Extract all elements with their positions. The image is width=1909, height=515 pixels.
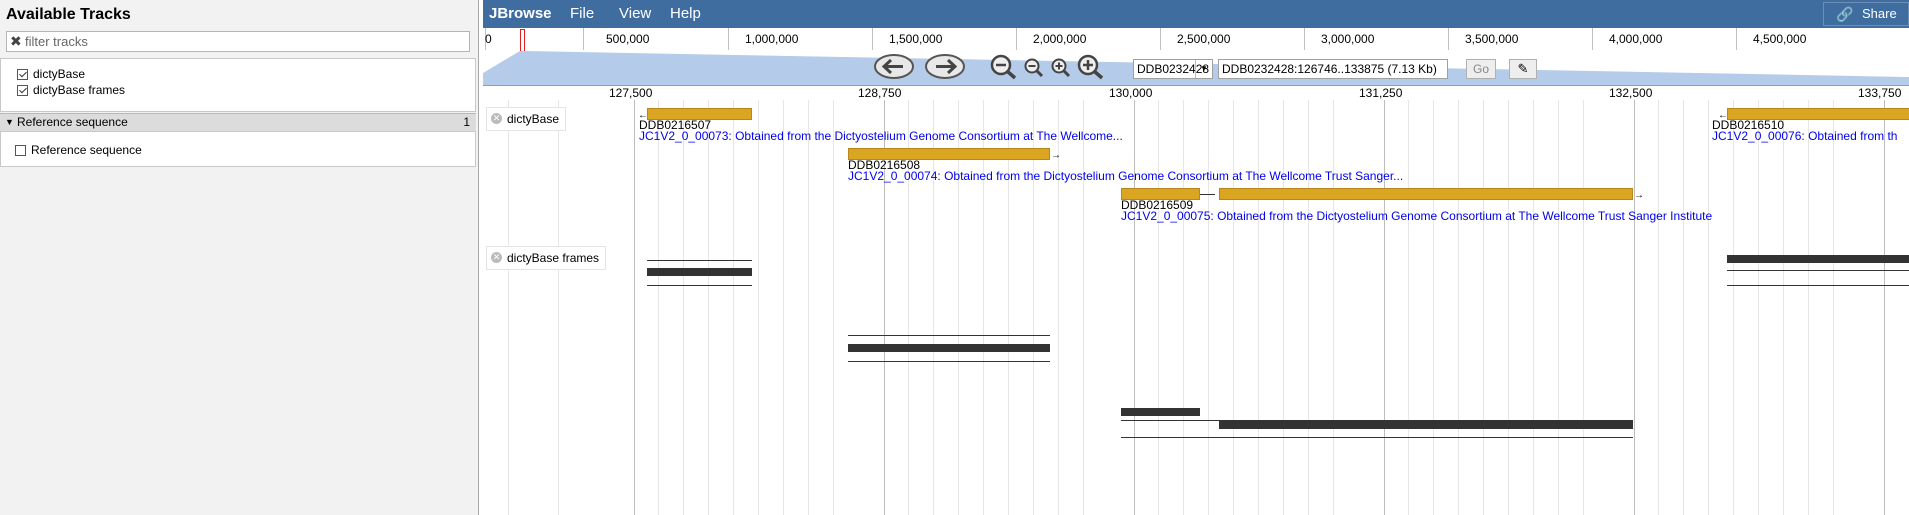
menu-help[interactable]: Help — [670, 5, 701, 22]
filter-tracks-field[interactable]: ✖ — [6, 31, 470, 52]
menu-file[interactable]: File — [570, 5, 594, 22]
track-checkbox[interactable] — [15, 145, 26, 156]
menu-view[interactable]: View — [619, 5, 651, 22]
overview-tick-line — [1304, 28, 1305, 50]
overview-tick: 4,000,000 — [1609, 32, 1663, 46]
track-item-dictybase[interactable]: dictyBase — [17, 67, 85, 81]
track-item-dictybase-frames[interactable]: dictyBase frames — [17, 83, 125, 97]
link-icon: 🔗 — [1836, 6, 1854, 22]
category-track-list: Reference sequence — [0, 131, 476, 167]
overview-tick-line — [1160, 28, 1161, 50]
overview-tick: 2,000,000 — [1033, 32, 1087, 46]
strand-arrow-right-icon: → — [1051, 150, 1061, 161]
overview-tick: 3,000,000 — [1321, 32, 1375, 46]
available-tracks-title: Available Tracks — [6, 6, 131, 23]
overview-tick: 500,000 — [606, 32, 650, 46]
track-checkbox[interactable] — [17, 69, 28, 80]
overview-tick: 4,500,000 — [1753, 32, 1807, 46]
location-input[interactable]: DDB0232428:126746..133875 (7.13 Kb) — [1218, 59, 1448, 79]
highlighter-icon[interactable]: ✎ — [1509, 59, 1537, 79]
overview-location-box[interactable] — [520, 29, 525, 52]
category-count: 1 — [463, 115, 470, 129]
pan-right-icon[interactable] — [924, 53, 966, 80]
category-reference-sequence[interactable]: ▼ Reference sequence 1 — [0, 113, 476, 132]
go-button[interactable]: Go — [1466, 59, 1496, 79]
feature-ddb0216509-intron — [1200, 194, 1215, 195]
track-label-dictybase-frames[interactable]: ✕ dictyBase frames — [486, 246, 607, 270]
filter-tracks-input[interactable] — [25, 33, 465, 50]
scale-tick: 132,500 — [1609, 86, 1653, 100]
overview-tick: 0 — [485, 32, 492, 46]
track-checkbox[interactable] — [17, 85, 28, 96]
track-list: dictyBase dictyBase frames — [0, 58, 476, 112]
chevron-down-icon: ▼ — [1195, 60, 1212, 78]
zoom-in-icon[interactable] — [1050, 57, 1072, 84]
zoom-out-big-icon[interactable] — [989, 53, 1019, 80]
feature-ddb0216509-exon-2[interactable] — [1219, 188, 1633, 200]
frame-feature[interactable] — [1727, 255, 1909, 263]
navigation-bar: DDB0232428 ▼ DDB0232428:126746..133875 (… — [483, 51, 1909, 85]
strand-arrow-right-icon: → — [1634, 190, 1644, 201]
track-selector-pane: Available Tracks ✖ dictyBase dictyBase f… — [0, 0, 479, 515]
feature-description[interactable]: JC1V2_0_00076: Obtained from th — [1712, 129, 1897, 143]
close-track-icon[interactable]: ✕ — [491, 252, 502, 263]
clear-filter-icon[interactable]: ✖ — [10, 33, 22, 50]
close-track-icon[interactable]: ✕ — [491, 113, 502, 124]
frame-feature[interactable] — [1219, 421, 1633, 429]
overview-tick-line — [583, 28, 584, 50]
overview-tick: 3,500,000 — [1465, 32, 1519, 46]
overview-tick-line — [1736, 28, 1737, 50]
frame-feature[interactable] — [1121, 408, 1200, 416]
zoom-out-icon[interactable] — [1023, 57, 1045, 84]
overview-ruler[interactable]: 0 500,000 1,000,000 1,500,000 2,000,000 … — [483, 28, 1909, 52]
share-button[interactable]: 🔗 Share — [1823, 2, 1909, 26]
track-label-dictybase[interactable]: ✕ dictyBase — [486, 107, 567, 131]
overview-tick: 1,500,000 — [889, 32, 943, 46]
feature-description[interactable]: JC1V2_0_00074: Obtained from the Dictyos… — [848, 169, 1403, 183]
overview-tick: 1,000,000 — [745, 32, 799, 46]
menu-bar: JBrowse File View Help 🔗 Share — [483, 0, 1909, 28]
refseq-select[interactable]: DDB0232428 ▼ — [1133, 59, 1213, 79]
zoom-in-big-icon[interactable] — [1076, 53, 1106, 80]
pan-left-icon[interactable] — [873, 53, 915, 80]
scale-tick: 130,000 — [1109, 86, 1153, 100]
overview-tick: 2,500,000 — [1177, 32, 1231, 46]
overview-tick-line — [1592, 28, 1593, 50]
scale-tick: 131,250 — [1359, 86, 1403, 100]
scale-tick: 128,750 — [858, 86, 902, 100]
jbrowse-logo[interactable]: JBrowse — [489, 5, 552, 22]
scale-tick: 127,500 — [609, 86, 653, 100]
scale-ruler[interactable]: 127,500 128,750 130,000 131,250 132,500 … — [483, 85, 1909, 101]
overview-tick-line — [728, 28, 729, 50]
track-area[interactable]: ✕ dictyBase ← DDB0216507 JC1V2_0_00073: … — [483, 100, 1909, 515]
scale-tick: 133,750 — [1858, 86, 1902, 100]
expand-triangle-icon[interactable]: ▼ — [5, 114, 14, 131]
frame-feature[interactable] — [848, 344, 1050, 352]
overview-tick-line — [1016, 28, 1017, 50]
feature-description[interactable]: JC1V2_0_00075: Obtained from the Dictyos… — [1121, 209, 1712, 223]
feature-description[interactable]: JC1V2_0_00073: Obtained from the Dictyos… — [639, 129, 1123, 143]
overview-tick-line — [1448, 28, 1449, 50]
frame-feature[interactable] — [647, 268, 752, 276]
overview-tick-line — [872, 28, 873, 50]
track-item-reference-sequence[interactable]: Reference sequence — [15, 143, 142, 157]
